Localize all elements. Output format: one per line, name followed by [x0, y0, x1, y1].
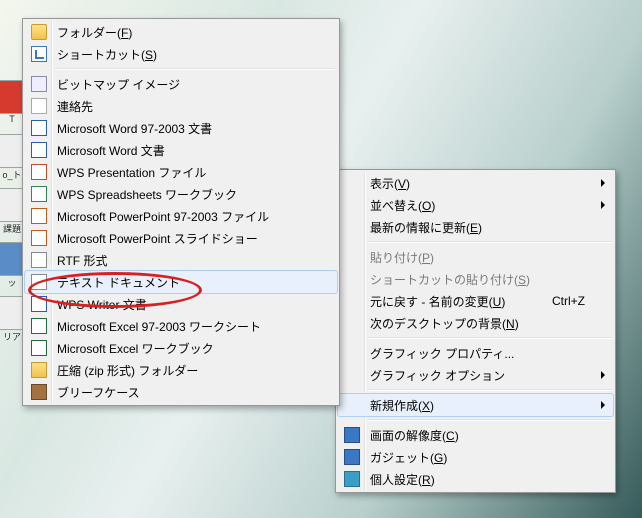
word-icon [31, 142, 47, 158]
new-word[interactable]: Microsoft Word 文書 [25, 139, 337, 161]
desktop-icon[interactable]: ッ [2, 242, 22, 290]
menu-label: Microsoft PowerPoint スライドショー [57, 230, 258, 247]
new-excel-97-2003[interactable]: Microsoft Excel 97-2003 ワークシート [25, 315, 337, 337]
desktop-icons-strip: T o_ト 課題 ッ リア [2, 80, 22, 350]
menu-label: ショートカット(S) [57, 46, 157, 63]
desktop-context-menu: 表示(V) 並べ替え(O) 最新の情報に更新(E) 貼り付け(P) ショートカッ… [335, 169, 616, 493]
submenu-arrow-icon [601, 201, 605, 209]
new-contact[interactable]: 連絡先 [25, 95, 337, 117]
new-powerpoint-slideshow[interactable]: Microsoft PowerPoint スライドショー [25, 227, 337, 249]
wps-spreadsheets-icon [31, 186, 47, 202]
menu-label: フォルダー(F) [57, 24, 132, 41]
menu-separator [368, 241, 611, 243]
menu-label: 次のデスクトップの背景(N) [370, 315, 519, 332]
excel-icon [31, 340, 47, 356]
menu-label: Microsoft Word 文書 [57, 142, 165, 159]
menu-view[interactable]: 表示(V) [338, 172, 613, 194]
new-folder[interactable]: フォルダー(F) [25, 21, 337, 43]
menu-label: 元に戻す - 名前の変更(U) [370, 293, 505, 310]
menu-label: 最新の情報に更新(E) [370, 219, 482, 236]
menu-label: RTF 形式 [57, 252, 107, 269]
shortcut-icon [31, 46, 47, 62]
new-zip-folder[interactable]: 圧縮 (zip 形式) フォルダー [25, 359, 337, 381]
menu-label: Microsoft PowerPoint 97-2003 ファイル [57, 208, 269, 225]
menu-label: 連絡先 [57, 98, 93, 115]
briefcase-icon [31, 384, 47, 400]
menu-label: WPS Presentation ファイル [57, 164, 206, 181]
menu-paste-shortcut: ショートカットの貼り付け(S) [338, 268, 613, 290]
new-powerpoint-97-2003[interactable]: Microsoft PowerPoint 97-2003 ファイル [25, 205, 337, 227]
menu-label: Microsoft Excel 97-2003 ワークシート [57, 318, 261, 335]
resolution-icon [344, 427, 360, 443]
menu-label: 個人設定(R) [370, 471, 435, 488]
wps-presentation-icon [31, 164, 47, 180]
menu-label: 並べ替え(O) [370, 197, 435, 214]
menu-label: ビットマップ イメージ [57, 76, 180, 93]
submenu-arrow-icon [601, 179, 605, 187]
menu-label: 表示(V) [370, 175, 410, 192]
menu-graphics-option[interactable]: グラフィック オプション [338, 364, 613, 386]
word-icon [31, 120, 47, 136]
folder-icon [31, 24, 47, 40]
menu-label: 新規作成(X) [370, 397, 434, 414]
menu-graphics-properties[interactable]: グラフィック プロパティ... [338, 342, 613, 364]
new-wps-spreadsheets[interactable]: WPS Spreadsheets ワークブック [25, 183, 337, 205]
desktop-icon[interactable]: o_ト [2, 134, 22, 182]
new-wps-writer[interactable]: WPS Writer 文書 [25, 293, 337, 315]
menu-separator [368, 337, 611, 339]
wps-writer-icon [31, 296, 47, 312]
gadget-icon [344, 449, 360, 465]
menu-label: 貼り付け(P) [370, 249, 434, 266]
menu-accelerator: Ctrl+Z [552, 294, 585, 308]
new-submenu: フォルダー(F) ショートカット(S) ビットマップ イメージ 連絡先 Micr… [22, 18, 340, 406]
menu-separator [368, 389, 611, 391]
new-wps-presentation[interactable]: WPS Presentation ファイル [25, 161, 337, 183]
zip-icon [31, 362, 47, 378]
submenu-arrow-icon [601, 401, 605, 409]
menu-gadget[interactable]: ガジェット(G) [338, 446, 613, 468]
menu-label: グラフィック プロパティ... [370, 345, 514, 362]
new-bitmap[interactable]: ビットマップ イメージ [25, 73, 337, 95]
menu-label: グラフィック オプション [370, 367, 505, 384]
powerpoint-icon [31, 208, 47, 224]
menu-next-background[interactable]: 次のデスクトップの背景(N) [338, 312, 613, 334]
menu-refresh[interactable]: 最新の情報に更新(E) [338, 216, 613, 238]
menu-label: 画面の解像度(C) [370, 427, 459, 444]
menu-label: 圧縮 (zip 形式) フォルダー [57, 362, 198, 379]
rtf-icon [31, 252, 47, 268]
menu-label: ガジェット(G) [370, 449, 447, 466]
desktop-icon[interactable]: 課題 [2, 188, 22, 236]
menu-separator [368, 419, 611, 421]
submenu-arrow-icon [601, 371, 605, 379]
menu-label: Microsoft Word 97-2003 文書 [57, 120, 212, 137]
menu-sort[interactable]: 並べ替え(O) [338, 194, 613, 216]
menu-label: WPS Writer 文書 [57, 296, 147, 313]
new-shortcut[interactable]: ショートカット(S) [25, 43, 337, 65]
menu-undo[interactable]: 元に戻す - 名前の変更(U) Ctrl+Z [338, 290, 613, 312]
menu-label: ショートカットの貼り付け(S) [370, 271, 530, 288]
desktop-background[interactable]: T o_ト 課題 ッ リア 表示(V) 並べ替え(O) 最新の情報に更新(E) … [0, 0, 642, 518]
menu-personalize[interactable]: 個人設定(R) [338, 468, 613, 490]
menu-new[interactable]: 新規作成(X) [337, 393, 614, 417]
menu-label: WPS Spreadsheets ワークブック [57, 186, 237, 203]
desktop-icon[interactable]: リア [2, 296, 22, 344]
desktop-icon[interactable]: T [2, 80, 22, 128]
bitmap-icon [31, 76, 47, 92]
personalize-icon [344, 471, 360, 487]
menu-label: ブリーフケース [57, 384, 140, 401]
menu-paste: 貼り付け(P) [338, 246, 613, 268]
contact-icon [31, 98, 47, 114]
powerpoint-icon [31, 230, 47, 246]
menu-resolution[interactable]: 画面の解像度(C) [338, 424, 613, 446]
menu-label: テキスト ドキュメント [57, 274, 180, 291]
menu-label: Microsoft Excel ワークブック [57, 340, 214, 357]
new-text-document[interactable]: テキスト ドキュメント [24, 270, 338, 294]
text-icon [31, 274, 47, 290]
menu-separator [55, 68, 335, 70]
new-rtf[interactable]: RTF 形式 [25, 249, 337, 271]
new-word-97-2003[interactable]: Microsoft Word 97-2003 文書 [25, 117, 337, 139]
new-excel[interactable]: Microsoft Excel ワークブック [25, 337, 337, 359]
new-briefcase[interactable]: ブリーフケース [25, 381, 337, 403]
excel-icon [31, 318, 47, 334]
